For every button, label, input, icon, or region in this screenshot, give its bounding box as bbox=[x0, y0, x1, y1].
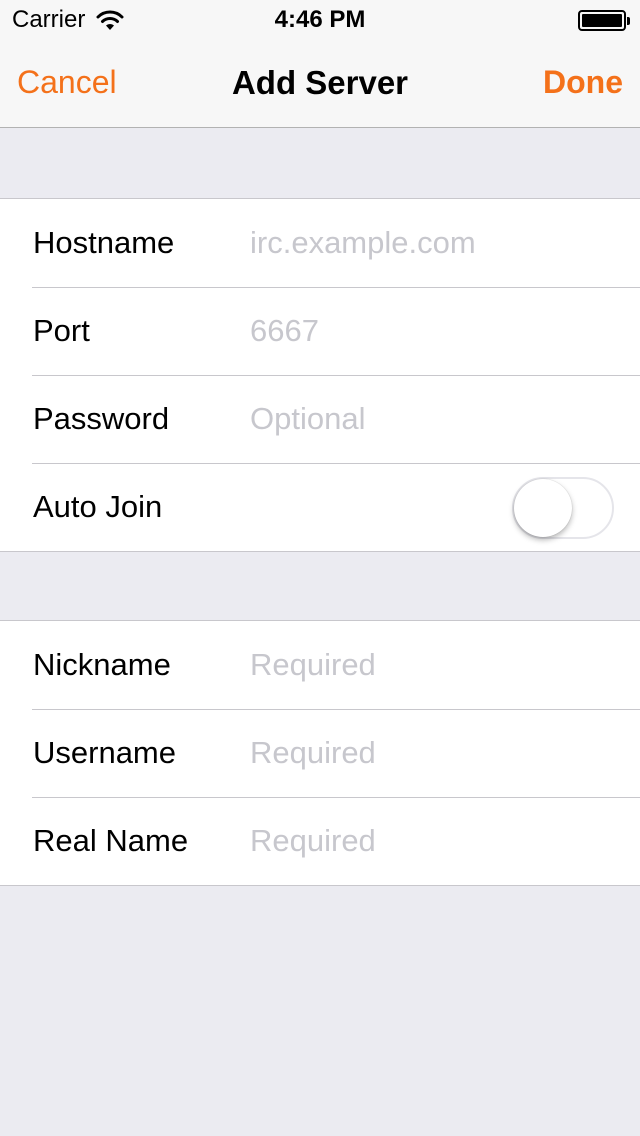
status-time: 4:46 PM bbox=[274, 6, 366, 33]
username-input[interactable] bbox=[250, 725, 620, 781]
username-label: Username bbox=[33, 735, 176, 770]
password-label: Password bbox=[33, 401, 170, 436]
identity-settings-group: Nickname Username Real Name bbox=[0, 620, 640, 886]
done-button[interactable]: Done bbox=[543, 64, 623, 101]
real-name-label: Real Name bbox=[33, 823, 189, 858]
port-row[interactable]: Port bbox=[0, 287, 640, 375]
navigation-bar: Cancel Add Server Done bbox=[0, 40, 640, 128]
server-settings-group: Hostname Port Password Auto Join bbox=[0, 198, 640, 552]
status-bar: Carrier 4:46 PM bbox=[0, 0, 640, 40]
toggle-knob bbox=[514, 479, 572, 537]
battery-icon bbox=[578, 10, 630, 31]
auto-join-label: Auto Join bbox=[33, 489, 163, 524]
port-input[interactable] bbox=[250, 303, 620, 359]
auto-join-row: Auto Join bbox=[0, 463, 640, 551]
hostname-label: Hostname bbox=[33, 225, 175, 260]
username-row[interactable]: Username bbox=[0, 709, 640, 797]
real-name-input[interactable] bbox=[250, 813, 620, 869]
hostname-input[interactable] bbox=[250, 215, 620, 271]
password-input[interactable] bbox=[250, 391, 620, 447]
real-name-row[interactable]: Real Name bbox=[0, 797, 640, 885]
nickname-label: Nickname bbox=[33, 647, 171, 682]
password-row[interactable]: Password bbox=[0, 375, 640, 463]
auto-join-toggle[interactable] bbox=[512, 477, 614, 539]
nickname-row[interactable]: Nickname bbox=[0, 621, 640, 709]
port-label: Port bbox=[33, 313, 90, 348]
nickname-input[interactable] bbox=[250, 637, 620, 693]
hostname-row[interactable]: Hostname bbox=[0, 199, 640, 287]
